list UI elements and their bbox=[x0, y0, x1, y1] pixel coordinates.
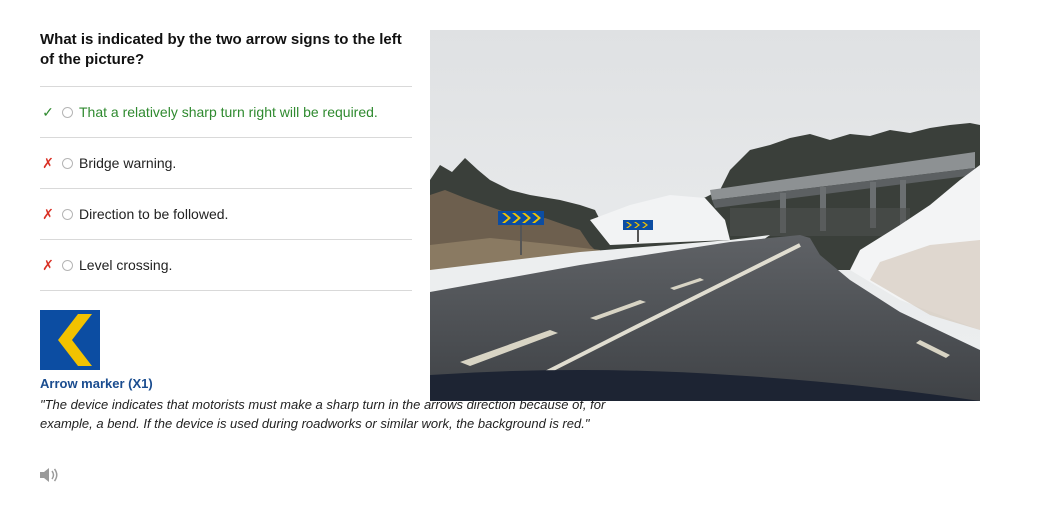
answer-option-1[interactable]: ✓ That a relatively sharp turn right wil… bbox=[40, 86, 412, 137]
answer-label: That a relatively sharp turn right will … bbox=[79, 104, 378, 120]
answer-list: ✓ That a relatively sharp turn right wil… bbox=[40, 86, 412, 291]
answer-option-3[interactable]: ✗ Direction to be followed. bbox=[40, 188, 412, 239]
speaker-icon[interactable] bbox=[38, 465, 60, 485]
road-photo bbox=[430, 30, 980, 401]
answer-label: Bridge warning. bbox=[79, 155, 177, 171]
question-text: What is indicated by the two arrow signs… bbox=[40, 31, 402, 68]
cross-icon: ✗ bbox=[42, 154, 54, 171]
cross-icon: ✗ bbox=[42, 205, 54, 222]
radio-button[interactable] bbox=[62, 157, 73, 169]
answer-label: Level crossing. bbox=[79, 257, 173, 273]
answer-label: Direction to be followed. bbox=[79, 206, 229, 222]
arrow-marker-sign-icon bbox=[40, 310, 100, 370]
cross-icon: ✗ bbox=[42, 256, 54, 273]
sign-title: Arrow marker (X1) bbox=[40, 376, 153, 391]
radio-button[interactable] bbox=[62, 208, 73, 220]
check-icon: ✓ bbox=[42, 103, 54, 120]
radio-button[interactable] bbox=[62, 259, 73, 271]
answer-option-2[interactable]: ✗ Bridge warning. bbox=[40, 137, 412, 188]
radio-button[interactable] bbox=[62, 106, 73, 118]
answer-option-4[interactable]: ✗ Level crossing. bbox=[40, 239, 412, 291]
